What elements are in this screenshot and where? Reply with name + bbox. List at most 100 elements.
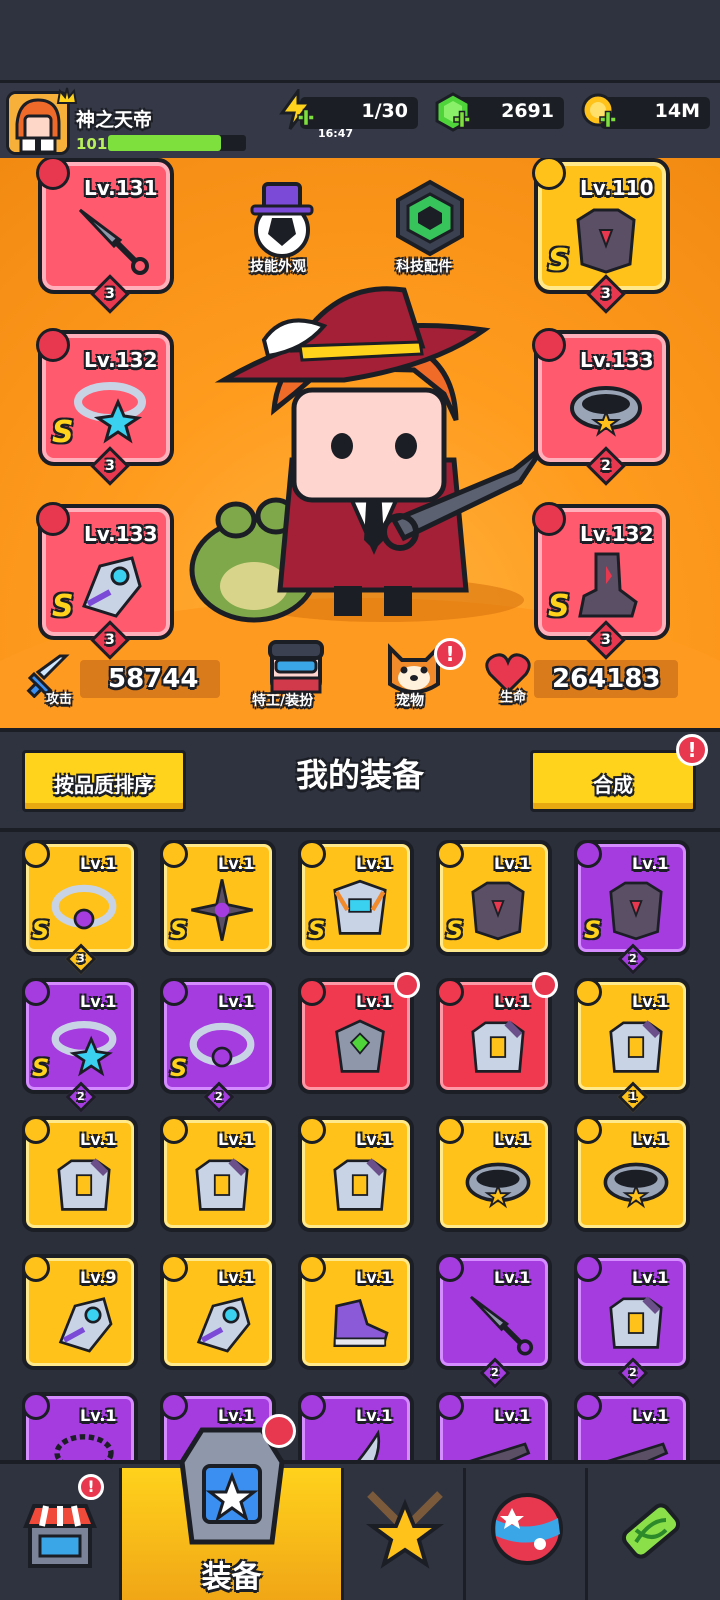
item-level: Lv.1 bbox=[218, 854, 255, 873]
inventory-item[interactable]: Lv.1 bbox=[574, 1116, 690, 1232]
inventory-item[interactable]: Lv.1 bbox=[298, 1254, 414, 1370]
dark-boots-icon bbox=[578, 552, 638, 618]
gear-level: Lv.133 bbox=[84, 522, 158, 546]
inventory-item[interactable]: Lv.1 bbox=[436, 972, 558, 1094]
gear-card: Lv.110 S 3 bbox=[532, 158, 670, 314]
star-count: 3 bbox=[105, 632, 115, 648]
nav-skills-tab[interactable] bbox=[344, 1468, 466, 1600]
inventory-item[interactable]: Lv.1 bbox=[160, 1116, 276, 1232]
item-slot-icon bbox=[22, 1254, 50, 1282]
inventory-item[interactable]: Lv.1 S 2 bbox=[574, 840, 690, 975]
star-belt-icon bbox=[465, 1162, 531, 1209]
mech-armor-icon bbox=[333, 879, 387, 935]
tech-parts-button[interactable] bbox=[390, 178, 470, 258]
equipped-slot-glove[interactable]: Lv.133 S 3 bbox=[36, 502, 174, 660]
chest-plate-icon bbox=[609, 1296, 663, 1349]
star-swords-icon bbox=[365, 1491, 445, 1569]
equipped-slot-necklace[interactable]: Lv.132 S 3 bbox=[36, 328, 174, 486]
inventory-item[interactable]: Lv.1 bbox=[298, 1116, 414, 1232]
grade-s-mark: S bbox=[548, 243, 570, 278]
inventory-item[interactable]: Lv.9 bbox=[22, 1254, 138, 1370]
player-level: 101 bbox=[76, 135, 108, 153]
item-slot-icon bbox=[22, 1116, 50, 1144]
game-screen: 神之天帝 101 1/30 16:47 2691 14M 技能外观 科技配件 特… bbox=[0, 0, 720, 1600]
item-slot-icon bbox=[574, 1254, 602, 1282]
gear-card: Lv.131 3 bbox=[36, 158, 174, 314]
item-card: Lv.1 S bbox=[298, 840, 414, 956]
star-necklace-icon bbox=[51, 1021, 117, 1077]
item-card: Lv.1 bbox=[574, 1116, 690, 1232]
xp-bar bbox=[108, 135, 246, 151]
gear-card: Lv.133 S 3 bbox=[36, 502, 174, 660]
equipment-grid: Lv.1 S 3 Lv.1 S Lv.1 S Lv.1 S Lv.1 S 2 Lv.1 S 2 Lv.1 S 2 L… bbox=[0, 836, 720, 1508]
inventory-item[interactable]: Lv.1 S bbox=[436, 840, 552, 956]
sneaker-icon bbox=[333, 1299, 389, 1347]
item-level: Lv.1 bbox=[80, 854, 117, 873]
item-star-count: 2 bbox=[629, 952, 637, 965]
equipped-slot-weapon[interactable]: Lv.131 3 bbox=[36, 158, 174, 314]
equipped-slot-belt[interactable]: Lv.133 2 bbox=[532, 328, 670, 486]
item-card: Lv.1 bbox=[436, 1254, 552, 1370]
item-slot-icon bbox=[436, 840, 464, 868]
nav-world-tab[interactable] bbox=[466, 1468, 588, 1600]
item-slot-icon bbox=[574, 840, 602, 868]
equipped-slot-armor[interactable]: Lv.110 S 3 bbox=[532, 158, 670, 314]
agent-outfit-button[interactable] bbox=[264, 638, 328, 698]
equipment-header: 按品质排序 我的装备 合成 ! bbox=[0, 728, 720, 832]
inventory-item[interactable]: Lv.1 1 bbox=[574, 978, 690, 1113]
gear-card: Lv.132 S 3 bbox=[36, 328, 174, 486]
inventory-item[interactable]: Lv.1 S 2 bbox=[160, 978, 276, 1113]
item-slot-icon bbox=[22, 840, 50, 868]
inventory-item[interactable]: Lv.1 2 bbox=[574, 1254, 690, 1389]
item-slot-icon bbox=[574, 1392, 602, 1420]
item-level: Lv.1 bbox=[356, 1130, 393, 1149]
item-card: Lv.1 bbox=[160, 1254, 276, 1370]
inventory-item[interactable]: Lv.1 bbox=[160, 1254, 276, 1370]
hero-panel: 技能外观 科技配件 特工/装扮 ! 宠物 攻击 58744 生命 264183 … bbox=[0, 158, 720, 728]
inventory-item[interactable]: Lv.1 S 2 bbox=[22, 978, 138, 1113]
dark-armor-icon bbox=[609, 881, 663, 941]
star-count-badge: 3 bbox=[90, 446, 130, 486]
item-slot-icon bbox=[298, 1254, 326, 1282]
inventory-item[interactable]: Lv.1 S bbox=[160, 840, 276, 956]
agent-outfit-label: 特工/装扮 bbox=[252, 693, 314, 709]
pet-label: 宠物 bbox=[396, 693, 424, 709]
nav-evolve-tab[interactable] bbox=[588, 1468, 720, 1600]
merge-button[interactable]: 合成 bbox=[530, 750, 696, 812]
gear-level: Lv.131 bbox=[84, 176, 158, 200]
equipped-slot-boots[interactable]: Lv.132 S 3 bbox=[532, 502, 670, 660]
gear-card: Lv.133 2 bbox=[532, 328, 670, 486]
star-count-badge: 2 bbox=[586, 446, 626, 486]
chest-plate-icon bbox=[609, 1020, 663, 1073]
top-bar: 神之天帝 101 1/30 16:47 2691 14M bbox=[0, 80, 720, 158]
item-level: Lv.1 bbox=[632, 992, 669, 1011]
grade-s-mark: S bbox=[52, 589, 74, 624]
inventory-item[interactable]: Lv.1 bbox=[298, 972, 420, 1094]
inventory-item[interactable]: Lv.1 2 bbox=[436, 1254, 552, 1389]
star-necklace-icon bbox=[74, 382, 146, 444]
item-slot-icon bbox=[574, 1116, 602, 1144]
inventory-item[interactable]: Lv.1 S bbox=[298, 840, 414, 956]
item-slot-icon bbox=[160, 1254, 188, 1282]
attack-label: 攻击 bbox=[46, 692, 73, 707]
item-level: Lv.1 bbox=[494, 1406, 531, 1425]
inventory-item[interactable]: Lv.1 bbox=[22, 1116, 138, 1232]
item-card: Lv.1 S bbox=[436, 840, 552, 956]
nav-shop-tab[interactable]: ! bbox=[0, 1468, 122, 1600]
item-card: Lv.1 S bbox=[22, 978, 138, 1094]
item-card: Lv.1 bbox=[574, 1254, 690, 1370]
item-level: Lv.1 bbox=[632, 1268, 669, 1287]
nav-equipment-tab[interactable]: 装备 bbox=[122, 1414, 344, 1600]
boots-slot-icon bbox=[532, 502, 566, 536]
star-belt-icon bbox=[570, 386, 642, 437]
item-slot-icon bbox=[22, 978, 50, 1006]
inventory-item[interactable]: Lv.1 S 3 bbox=[22, 840, 138, 975]
hero-character[interactable] bbox=[184, 270, 564, 650]
item-level: Lv.1 bbox=[494, 854, 531, 873]
grade-s-mark: S bbox=[446, 916, 464, 944]
inventory-item[interactable]: Lv.1 bbox=[436, 1116, 552, 1232]
skill-skin-button[interactable] bbox=[246, 178, 318, 258]
skill-skin-label: 技能外观 bbox=[250, 259, 306, 275]
item-slot-icon bbox=[160, 840, 188, 868]
chest-plate-icon bbox=[195, 1158, 249, 1211]
